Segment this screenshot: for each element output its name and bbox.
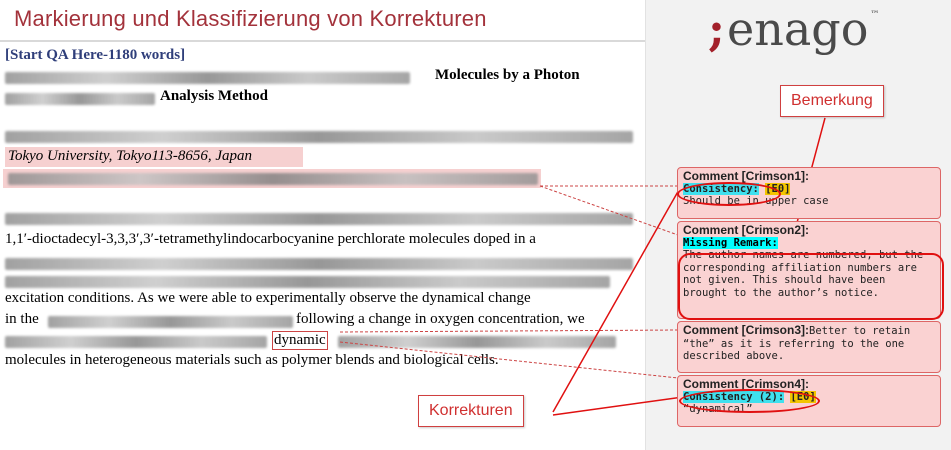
comment-title: Comment [Crimson4]: <box>683 377 810 391</box>
comment-title: Comment [Crimson3]: <box>683 323 810 337</box>
comment-title: Comment [Crimson1]: <box>683 169 810 183</box>
redacted-para-line4 <box>5 276 610 288</box>
doc-title-part1: Molecules by a Photon <box>435 67 580 83</box>
para-line-8: molecules in heterogeneous materials suc… <box>5 352 499 368</box>
comment-crimson3[interactable]: Comment [Crimson3]:Better to retain “the… <box>677 321 941 373</box>
para-line-5: excitation conditions. As we were able t… <box>5 290 531 306</box>
highlight-ellipse-consistency2 <box>679 389 820 413</box>
category-tag: Missing Remark: <box>683 236 778 249</box>
para-line-6a: in the <box>5 311 39 327</box>
header-divider <box>0 40 645 42</box>
redacted-para-line1 <box>5 213 633 225</box>
slide-title: Markierung und Klassifizierung von Korre… <box>14 6 487 31</box>
affiliation-text: Tokyo University, Tokyo113-8656, Japan <box>8 148 253 164</box>
para-line-2: 1,1′-dioctadecyl-3,3,3′,3′-tetramethylin… <box>5 231 536 247</box>
callout-korrekturen: Korrekturen <box>418 395 524 427</box>
highlight-box-remark <box>678 253 944 320</box>
callout-bemerkung: Bemerkung <box>780 85 884 117</box>
enago-logo: ;enago ™ <box>708 2 879 56</box>
redacted-title-line1 <box>5 72 410 84</box>
tracked-word-dynamic: dynamic <box>272 331 328 350</box>
logo-tm: ™ <box>870 10 880 20</box>
doc-title-part2: Analysis Method <box>160 88 268 104</box>
para-line-6b: following a change in oxygen concentrati… <box>296 311 585 327</box>
redacted-para-line7a <box>5 336 267 348</box>
redacted-para-line3 <box>5 258 633 270</box>
redacted-para-line7b <box>338 336 616 348</box>
comment-title: Comment [Crimson2]: <box>683 223 810 237</box>
redacted-title-line2 <box>5 93 155 105</box>
redacted-affiliation2 <box>8 173 538 185</box>
qa-start-marker: [Start QA Here-1180 words] <box>5 47 186 63</box>
redacted-authors <box>5 131 633 143</box>
logo-text: enago <box>726 2 869 56</box>
logo-mark: ; <box>708 2 725 56</box>
highlight-ellipse-consistency <box>677 182 781 206</box>
redacted-para-line6 <box>48 316 293 328</box>
